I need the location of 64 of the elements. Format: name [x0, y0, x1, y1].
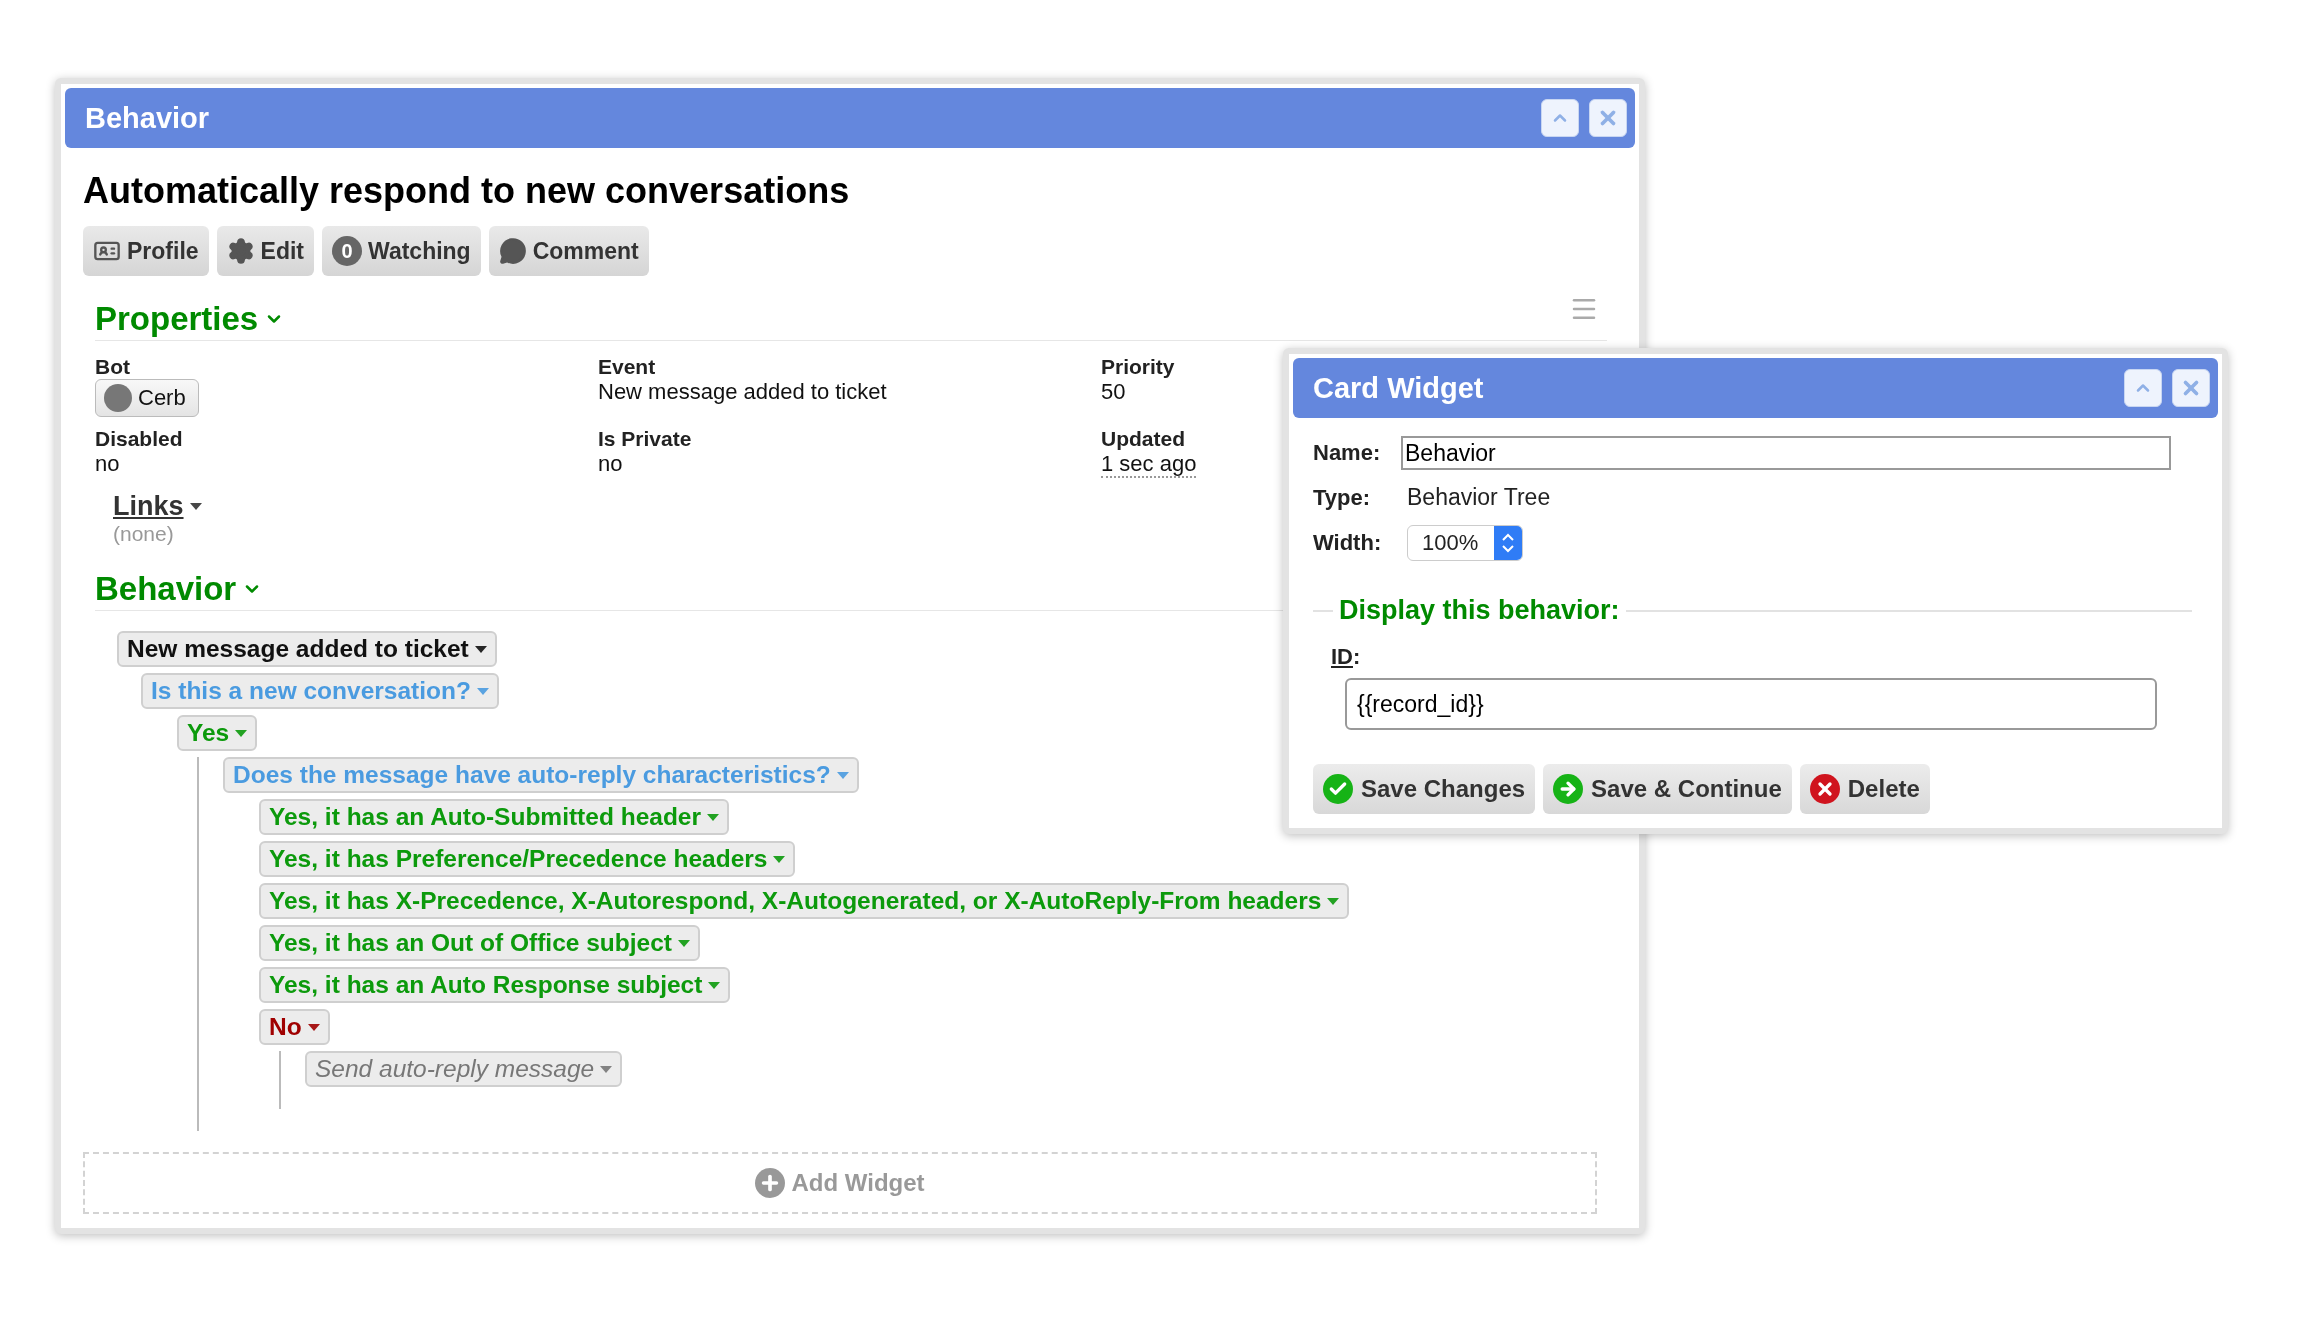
property-label: Is Private: [598, 427, 693, 451]
label-colon: :: [1353, 644, 1361, 670]
caret-icon: [678, 939, 690, 947]
dialog-button[interactable]: Save & Continue: [1543, 764, 1792, 814]
caret-icon: [476, 687, 489, 695]
width-select[interactable]: 100%: [1407, 525, 1524, 561]
dialog-button[interactable]: Save Changes: [1313, 764, 1536, 814]
close-button[interactable]: [2172, 369, 2210, 407]
property-value: 50: [1101, 379, 1126, 405]
field-label: Width:: [1313, 530, 1383, 556]
plus-icon: [755, 1168, 786, 1198]
toolbar-button[interactable]: Profile: [83, 226, 209, 276]
collapse-button[interactable]: [1541, 99, 1579, 137]
caret-icon: [708, 981, 721, 989]
links-toggle[interactable]: Links: [113, 491, 202, 522]
toolbar-button[interactable]: Edit: [216, 226, 315, 276]
caret-icon: [600, 1065, 613, 1073]
caret-icon: [836, 771, 849, 779]
property-label: Disabled: [95, 427, 184, 451]
caret-icon: [773, 855, 786, 863]
toolbar-button[interactable]: Comment: [488, 226, 649, 276]
bot-chip[interactable]: Cerb: [95, 379, 199, 417]
id-label: ID: [1331, 644, 1353, 670]
x-icon: [1809, 774, 1840, 804]
section-header[interactable]: Properties: [95, 300, 285, 338]
tree-node[interactable]: New message added to ticket: [117, 631, 497, 667]
checkmark-icon: [1323, 774, 1353, 804]
tree-node[interactable]: No: [259, 1009, 330, 1045]
property-value: 1 sec ago: [1101, 451, 1197, 478]
property-label: Bot: [95, 355, 131, 379]
tree-node[interactable]: Send auto-reply message: [305, 1051, 623, 1087]
dialog-button[interactable]: Delete: [1799, 764, 1930, 814]
property-value: no: [598, 451, 623, 477]
dialog-title: Card Widget: [1313, 371, 1485, 405]
property-label: Priority: [1101, 355, 1176, 379]
caret-icon: [474, 645, 487, 653]
caret-icon: [707, 813, 719, 821]
section-header[interactable]: Behavior: [95, 570, 263, 608]
name-input[interactable]: Behavior: [1401, 436, 2171, 470]
record-heading: Automatically respond to new conversations: [83, 170, 851, 212]
caret-icon: [1327, 897, 1340, 905]
id-input[interactable]: {{record_id}}: [1345, 678, 2157, 730]
avatar-icon: [104, 384, 132, 412]
caret-icon: [189, 503, 202, 510]
stepper-arrows-icon: [1494, 526, 1523, 560]
arrow-right-icon: [1553, 774, 1584, 804]
property-value: no: [95, 451, 120, 477]
caret-icon: [235, 729, 248, 737]
close-button[interactable]: [1589, 99, 1627, 137]
type-value: Behavior Tree: [1407, 484, 1551, 511]
property-label: Event: [598, 355, 657, 379]
field-label: Type:: [1313, 484, 1372, 511]
caret-icon: [307, 1023, 320, 1031]
property-label: Updated: [1101, 427, 1186, 451]
speech-bubble-icon: [498, 237, 527, 265]
field-label: Name:: [1313, 440, 1382, 466]
window-title: Behavior: [85, 101, 211, 135]
links-empty-text: (none): [113, 522, 174, 546]
watcher-count: 0: [332, 236, 363, 266]
section-legend: Display this behavior:: [1339, 595, 1620, 626]
settings-icon: [226, 237, 255, 265]
property-value: New message added to ticket: [598, 379, 887, 405]
toolbar-button[interactable]: 0 Watching: [322, 226, 481, 276]
collapse-button[interactable]: [2124, 369, 2162, 407]
